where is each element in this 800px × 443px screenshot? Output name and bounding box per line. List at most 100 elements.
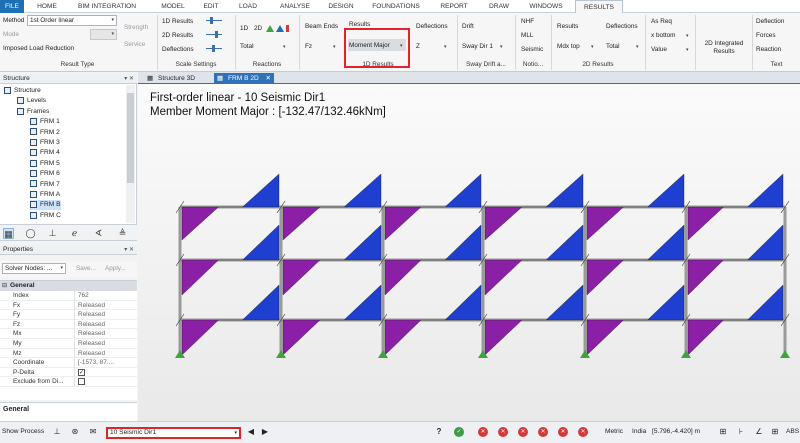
tree-item[interactable]: Frames	[17, 107, 49, 117]
mll-button[interactable]: MLL	[521, 32, 533, 39]
results-2d-button[interactable]: Results	[557, 23, 578, 30]
panel-pin-close-icon[interactable]: ▾ ✕	[124, 74, 134, 84]
property-checkbox[interactable]	[78, 378, 85, 386]
menu-tab-results[interactable]: RESULTS	[575, 0, 623, 13]
moment-major-select[interactable]: Moment Major ▾	[348, 39, 406, 51]
reactions-total-select[interactable]: Total	[240, 43, 254, 50]
seismic-button[interactable]: Seismic	[521, 46, 543, 53]
slider-icon[interactable]	[206, 17, 222, 24]
frame-canvas[interactable]: First-order linear - 10 Seismic Dir1 Mem…	[138, 84, 800, 421]
menu-tab-windows[interactable]: WINDOWS	[525, 0, 567, 13]
menu-tab-edit[interactable]: EDIT	[200, 0, 222, 13]
wall-icon[interactable]: ∢	[93, 228, 104, 239]
show-process-label[interactable]: Show Process	[2, 428, 44, 435]
apply-button[interactable]: Apply...	[105, 265, 126, 272]
panel-pin-close-icon[interactable]: ▾ ✕	[124, 245, 134, 255]
menu-tab-design[interactable]: DESIGN	[325, 0, 357, 13]
service-button[interactable]: Service	[124, 41, 145, 48]
property-row[interactable]: Fx Released	[0, 300, 137, 311]
error-icon[interactable]: ✕	[558, 427, 568, 437]
tree-item[interactable]: FRM 6	[30, 169, 60, 179]
tree-item[interactable]: Structure	[4, 86, 41, 96]
scale-deflections[interactable]: Deflections	[162, 46, 194, 53]
menu-tab-load[interactable]: LOAD	[236, 0, 260, 13]
tree-scrollbar[interactable]	[126, 85, 135, 223]
tree-item[interactable]: FRM 4	[30, 148, 60, 158]
error-icon[interactable]: ✕	[518, 427, 528, 437]
menu-tab-file[interactable]: FILE	[0, 0, 24, 13]
menu-tab-home[interactable]: HOME	[32, 0, 62, 13]
total-2d-select[interactable]: Total	[606, 43, 620, 50]
property-checkbox[interactable]: ✓	[78, 368, 85, 376]
mdx-top-select[interactable]: Mdx top	[557, 43, 580, 50]
scrollbar-thumb[interactable]	[127, 93, 134, 183]
moment-diagram[interactable]	[138, 84, 800, 421]
property-row[interactable]: Mx Released	[0, 329, 137, 339]
deflections-2d-button[interactable]: Deflections	[606, 23, 638, 30]
property-row[interactable]: Coordinate [-1573, 87....	[0, 358, 137, 368]
drift-button[interactable]: Drift	[462, 23, 474, 30]
property-row[interactable]: Index 762	[0, 291, 137, 301]
tree-item[interactable]: FRM 2	[30, 128, 60, 138]
units-label[interactable]: Metric	[605, 428, 623, 435]
slider-icon[interactable]	[206, 45, 222, 52]
menu-tab-analyse[interactable]: ANALYSE	[278, 0, 312, 13]
integrated-results-button[interactable]: 2D Integrated Results	[698, 40, 750, 56]
tree-item[interactable]: Levels	[17, 96, 46, 106]
design-icon[interactable]: ⊛	[70, 427, 80, 437]
beam-ends-button[interactable]: Beam Ends	[305, 23, 338, 30]
angle-icon[interactable]: ∠	[754, 427, 764, 437]
property-row[interactable]: Exclude from Di...	[0, 377, 137, 387]
menu-tab-bim-integration[interactable]: BIM INTEGRATION	[74, 0, 140, 13]
reaction-support-icon[interactable]	[266, 23, 290, 33]
slider-icon[interactable]	[206, 31, 222, 38]
property-row[interactable]: Fy Released	[0, 310, 137, 320]
mail-icon[interactable]: ✉	[88, 427, 98, 437]
x-bottom-select[interactable]: x bottom	[651, 32, 676, 39]
tree-item[interactable]: FRM C	[30, 211, 61, 221]
method-select[interactable]: 1st Order linear ▾	[27, 15, 117, 26]
scale-2d-results[interactable]: 2D Results	[162, 32, 193, 39]
error-icon[interactable]: ✕	[478, 427, 488, 437]
property-row[interactable]: My Released	[0, 339, 137, 349]
error-icon[interactable]: ✕	[498, 427, 508, 437]
fz-select[interactable]: Fz	[305, 43, 312, 50]
close-icon[interactable]: ✕	[265, 73, 271, 84]
results-1d-button[interactable]: Results	[349, 21, 370, 28]
country-label[interactable]: India	[632, 428, 646, 435]
tab-structure-3d[interactable]: ▦ Structure 3D	[144, 73, 210, 84]
property-row[interactable]: P-Delta ✓	[0, 367, 137, 378]
frame-view-icon[interactable]: ▦	[3, 228, 14, 239]
scale-1d-results[interactable]: 1D Results	[162, 18, 193, 25]
property-row[interactable]: Mz Released	[0, 348, 137, 359]
property-row[interactable]: Fz Released	[0, 319, 137, 330]
deflections-1d-button[interactable]: Deflections	[416, 23, 448, 30]
abs-label[interactable]: ABS	[786, 428, 799, 435]
load-icon[interactable]: ⊥	[47, 228, 58, 239]
text-deflection-button[interactable]: Deflection	[756, 18, 784, 25]
chart-icon[interactable]: ⊥	[52, 427, 62, 437]
loadcase-icon[interactable]: ℯ	[69, 228, 80, 239]
snap-icon[interactable]: ⊦	[736, 427, 746, 437]
sway-dir-select[interactable]: Sway Dir 1	[462, 43, 493, 50]
strength-button[interactable]: Strength	[124, 24, 148, 31]
menu-tab-report[interactable]: REPORT	[438, 0, 470, 13]
menu-tab-draw[interactable]: DRAW	[486, 0, 512, 13]
menu-tab-model[interactable]: MODEL	[158, 0, 188, 13]
reactions-2d-button[interactable]: 2D	[254, 25, 262, 32]
reactions-1d-button[interactable]: 1D	[240, 25, 248, 32]
tree-item[interactable]: FRM 1	[30, 117, 60, 127]
imposed-load-reduction[interactable]: Imposed Load Reduction	[3, 45, 74, 52]
menu-tab-foundations[interactable]: FOUNDATIONS	[370, 0, 422, 13]
collapse-icon[interactable]: ⊟	[2, 282, 7, 289]
tree-item[interactable]: FRM 7	[30, 180, 60, 190]
check-icon[interactable]: ✓	[454, 427, 464, 437]
value-select[interactable]: Value	[651, 46, 667, 53]
grid-snap-icon[interactable]: ⊞	[718, 427, 728, 437]
save-button[interactable]: Save...	[76, 265, 96, 272]
text-reaction-button[interactable]: Reaction	[756, 46, 781, 53]
nhf-button[interactable]: NHF	[521, 18, 534, 25]
tab-frm-b-2d[interactable]: ▦ FRM B 2D ✕	[214, 73, 274, 84]
property-category[interactable]: General	[0, 281, 137, 291]
z-select[interactable]: Z	[416, 43, 420, 50]
